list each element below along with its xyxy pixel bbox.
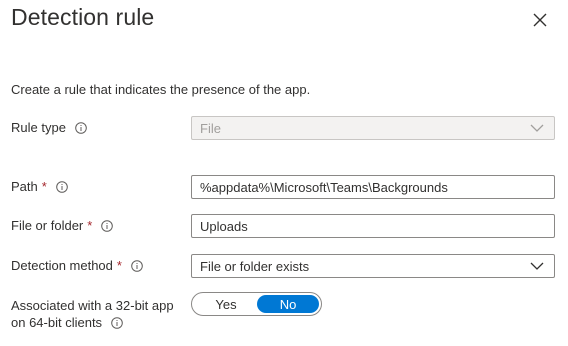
required-marker: * (116, 258, 122, 273)
info-icon[interactable] (101, 219, 114, 232)
detection-method-select[interactable]: File or folder exists (191, 254, 555, 278)
associated-label-line2: on 64-bit clients (11, 315, 103, 330)
file-or-folder-input[interactable]: Uploads (191, 214, 555, 238)
page-title: Detection rule (11, 4, 155, 30)
path-value: %appdata%\Microsoft\Teams\Backgrounds (200, 179, 448, 195)
chevron-down-icon (530, 262, 544, 270)
detection-method-label-text: Detection method (11, 258, 113, 273)
info-icon[interactable] (75, 121, 87, 134)
description-text: Create a rule that indicates the presenc… (11, 82, 311, 97)
info-icon[interactable] (111, 316, 123, 329)
detection-method-label: Detection method * (11, 258, 143, 273)
info-icon[interactable] (56, 180, 68, 193)
info-icon[interactable] (131, 259, 143, 272)
rule-type-select: File (191, 116, 555, 140)
required-marker: * (41, 179, 47, 194)
associated-label-line1: Associated with a 32-bit app (11, 298, 174, 313)
toggle-no-option[interactable]: No (257, 295, 319, 313)
rule-type-label: Rule type (11, 120, 87, 135)
path-label: Path * (11, 179, 68, 194)
associated-label-line2-row: on 64-bit clients (11, 314, 174, 331)
rule-type-value: File (200, 120, 221, 136)
path-label-text: Path (11, 179, 38, 194)
associated-label: Associated with a 32-bit app on 64-bit c… (11, 297, 174, 331)
file-or-folder-label-text: File or folder (11, 218, 84, 233)
associated-toggle[interactable]: Yes No (191, 292, 322, 316)
file-or-folder-value: Uploads (200, 218, 248, 234)
close-icon[interactable] (528, 8, 552, 32)
detection-method-value: File or folder exists (200, 258, 310, 274)
chevron-down-icon (530, 124, 544, 132)
rule-type-label-text: Rule type (11, 120, 66, 135)
file-or-folder-label: File or folder * (11, 218, 114, 233)
path-input[interactable]: %appdata%\Microsoft\Teams\Backgrounds (191, 175, 555, 199)
toggle-yes-option[interactable]: Yes (195, 295, 257, 313)
required-marker: * (87, 218, 93, 233)
